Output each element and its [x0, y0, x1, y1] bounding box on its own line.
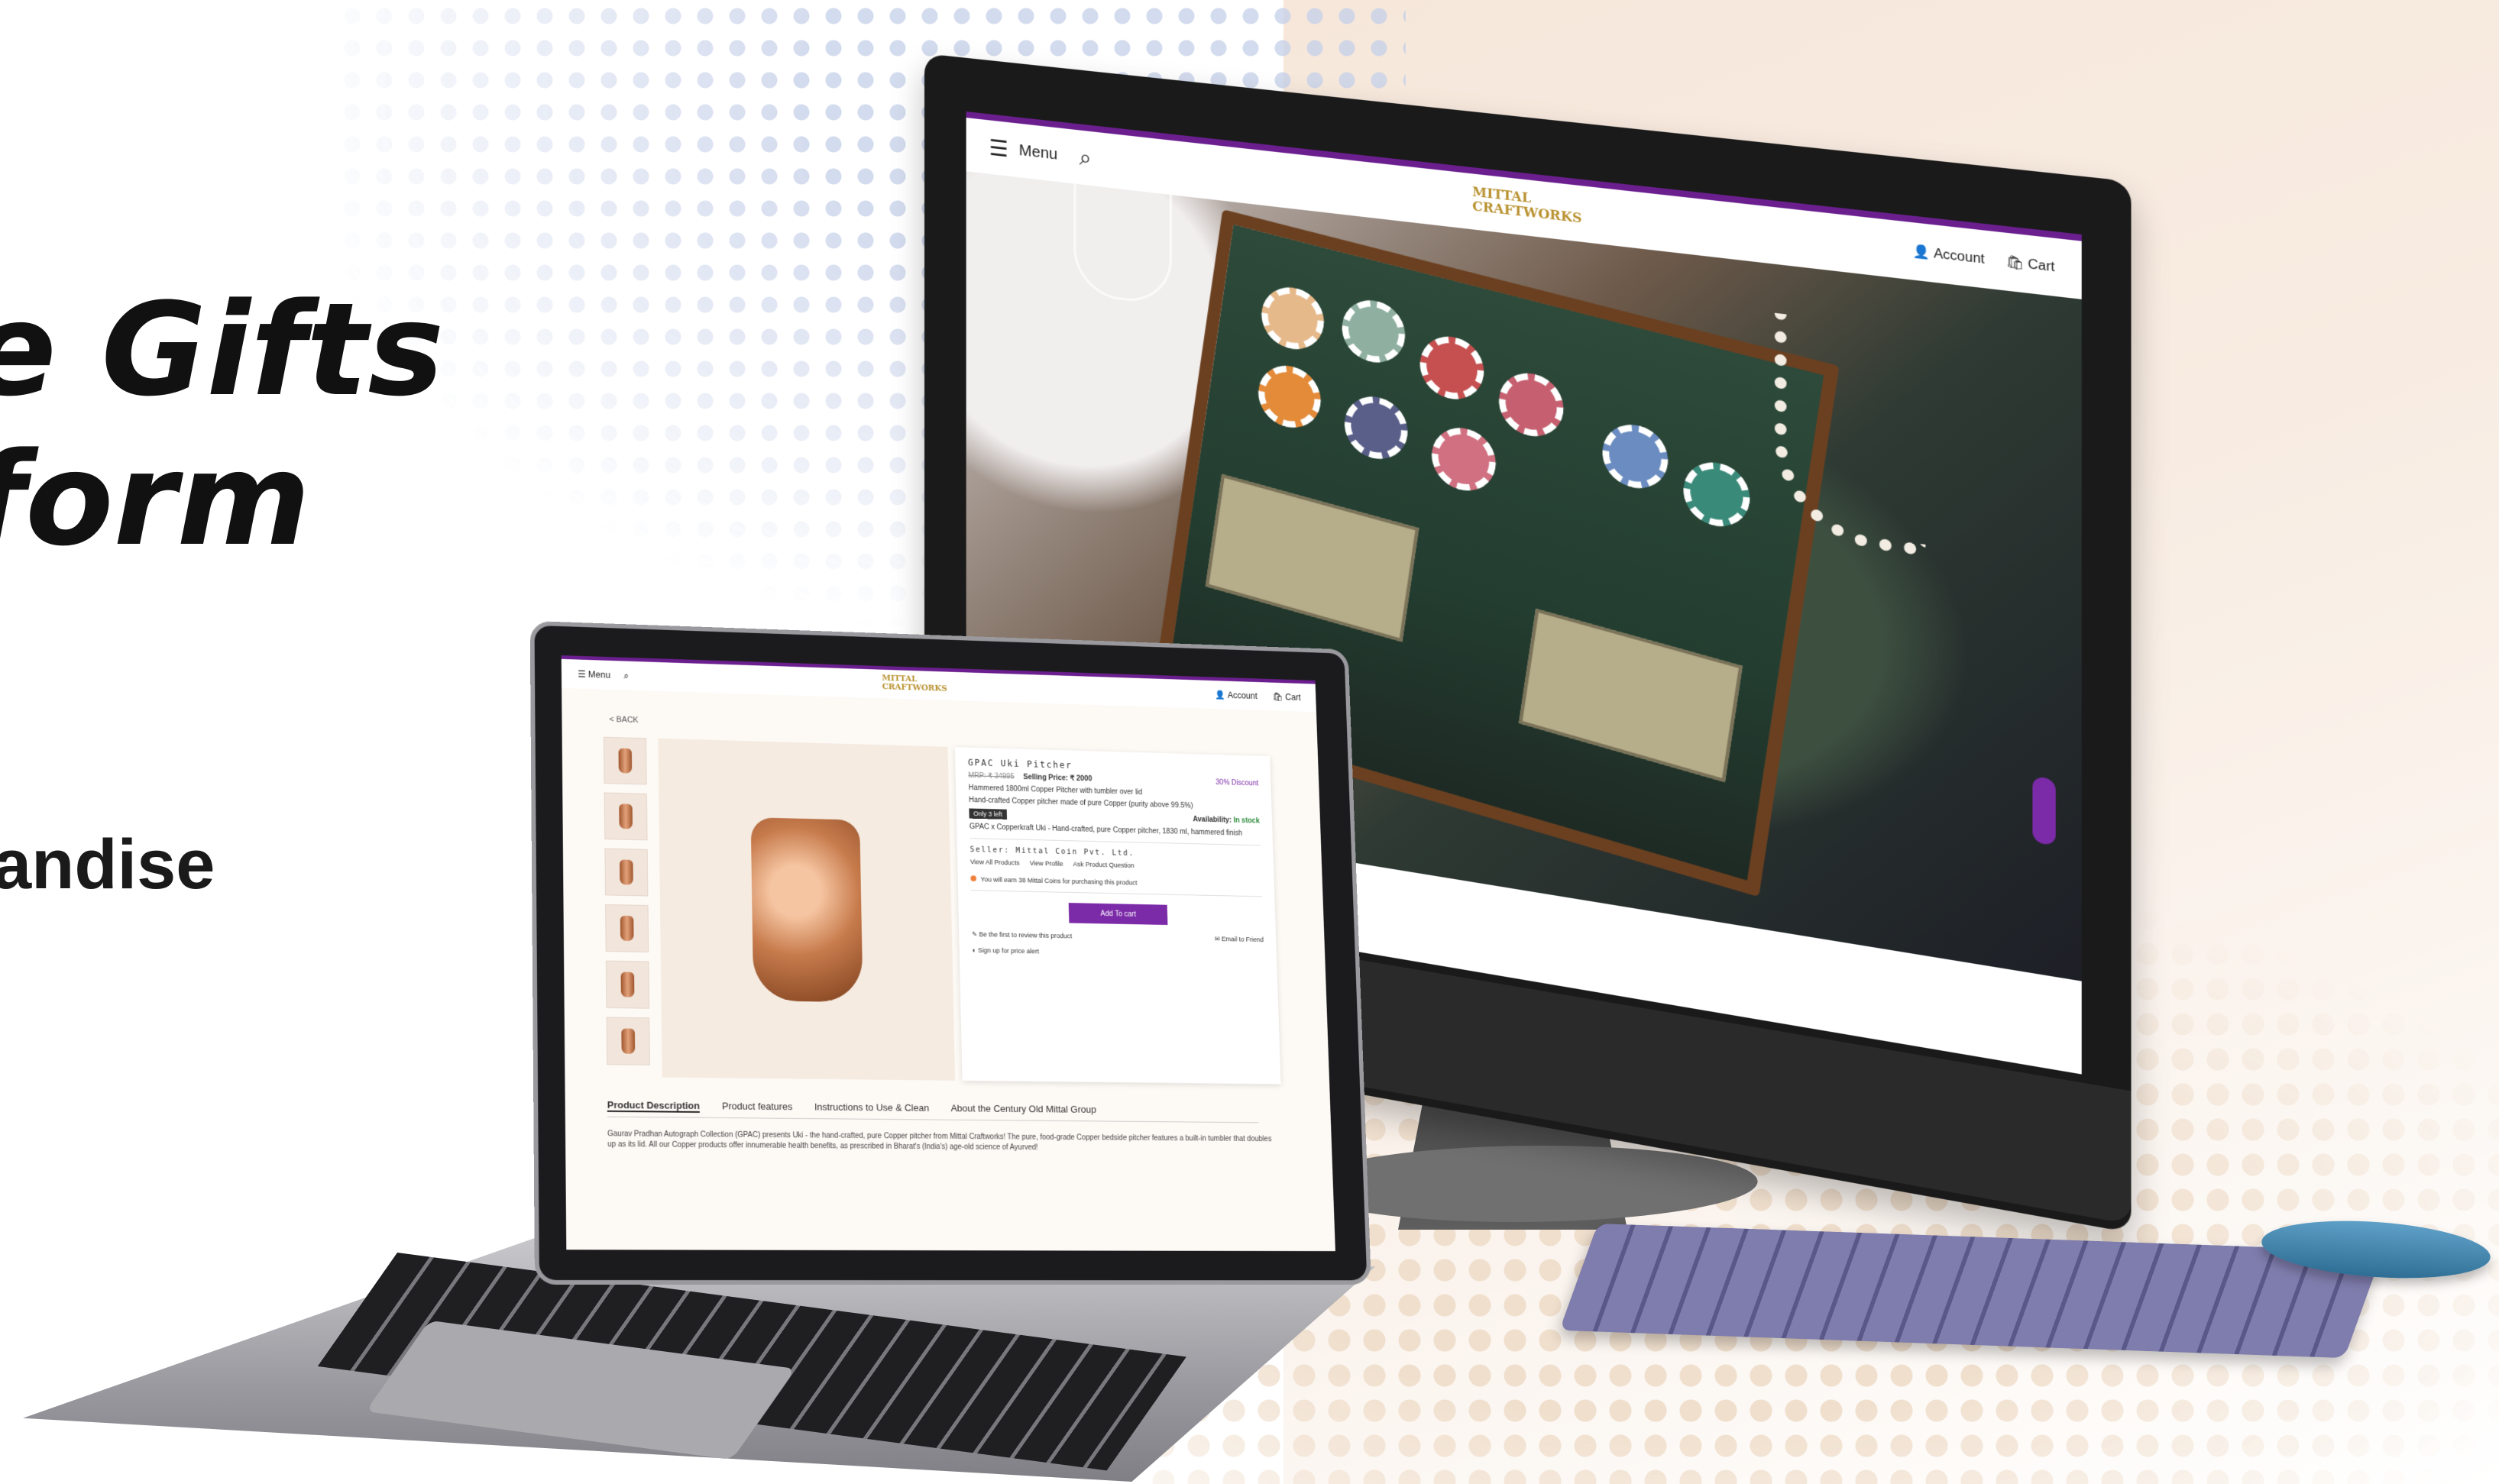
laptop-screen: ☰ Menu ⌕ MITTAL CRAFTWORKS 👤 Account 🛍 C…: [561, 655, 1335, 1252]
poker-chip: [1340, 390, 1412, 467]
poker-chip: [1338, 293, 1410, 370]
hamburger-icon[interactable]: ☰: [989, 134, 1008, 162]
poker-chip: [1254, 358, 1326, 435]
user-icon: 👤: [1215, 690, 1226, 700]
poker-chip: [1678, 454, 1755, 534]
banknote: [1518, 608, 1743, 783]
review-link[interactable]: ✎ Be the first to review this product: [972, 928, 1072, 942]
product-tabs: Product Description Product features Ins…: [607, 1099, 1259, 1124]
headline: e Gifts form: [0, 275, 445, 574]
brand-logo[interactable]: MITTAL CRAFTWORKS: [882, 673, 947, 693]
thumbnail[interactable]: [604, 848, 649, 897]
thumbnail[interactable]: [603, 736, 647, 785]
bag-icon: 🛍: [2005, 254, 2025, 272]
cart-link[interactable]: 🛍 Cart: [1272, 692, 1300, 703]
add-to-cart-button[interactable]: Add To cart: [1068, 903, 1168, 926]
menu-label[interactable]: Menu: [588, 669, 610, 680]
hamburger-icon[interactable]: ☰: [578, 669, 588, 680]
menu-label[interactable]: Menu: [1019, 141, 1057, 163]
tab-instructions[interactable]: Instructions to Use & Clean: [814, 1101, 929, 1115]
cart-label: Cart: [2028, 257, 2055, 275]
tab-product-description[interactable]: Product Description: [607, 1099, 701, 1113]
price-alert-link[interactable]: ◐ Sign up for price alert: [972, 944, 1264, 961]
coin-icon: [970, 875, 977, 881]
thumbnail[interactable]: [604, 792, 648, 841]
thumbnail[interactable]: [605, 960, 650, 1009]
account-link[interactable]: 👤 Account: [1216, 690, 1258, 701]
account-link[interactable]: 👤 Account: [1913, 243, 1985, 267]
scroll-indicator[interactable]: [2032, 775, 2056, 846]
email-friend-text: Email to Friend: [1221, 935, 1264, 944]
coins-note: You will earn 38 Mittal Coins for purcha…: [970, 875, 1261, 889]
poker-chip: [1494, 366, 1568, 444]
availability-label: Availability:: [1193, 815, 1232, 824]
product-details-card: GPAC Uki Pitcher MRP: ₹ 34995 Selling Pr…: [954, 747, 1281, 1085]
tab-product-features[interactable]: Product features: [722, 1101, 792, 1114]
pencil-icon: ✎: [972, 930, 978, 938]
review-row: ✎ Be the first to review this product ✉ …: [972, 928, 1264, 945]
poker-chip: [1597, 417, 1672, 496]
search-icon[interactable]: ⌕: [623, 670, 629, 681]
thumbnail[interactable]: [606, 1017, 650, 1065]
back-link[interactable]: < BACK: [609, 715, 638, 725]
product-spec: GPAC x Copperkraft Uki - Hand-crafted, p…: [969, 823, 1243, 838]
poker-chip: [1427, 420, 1500, 498]
copper-pitcher: [750, 817, 863, 1003]
brand-logo[interactable]: MITTAL CRAFTWORKS: [1472, 184, 1581, 226]
wine-glass: [1073, 183, 1172, 306]
account-label: Account: [1227, 690, 1258, 701]
view-all-products-link[interactable]: View All Products: [970, 858, 1020, 867]
availability-value: In stock: [1233, 816, 1260, 825]
price-alert-text: Sign up for price alert: [977, 946, 1040, 955]
laptop-display: ☰ Menu ⌕ MITTAL CRAFTWORKS 👤 Account 🛍 C…: [529, 620, 1371, 1285]
search-icon[interactable]: ⌕: [1080, 144, 1092, 171]
bag-icon: 🛍: [1272, 691, 1283, 702]
banknote: [1205, 474, 1419, 642]
coins-text: You will earn 38 Mittal Coins for purcha…: [980, 875, 1138, 887]
subline: andise: [0, 826, 215, 904]
account-label: Account: [1933, 247, 1985, 267]
cart-link[interactable]: 🛍 Cart: [2006, 254, 2055, 276]
poker-chip: [1258, 280, 1329, 357]
view-profile-link[interactable]: View Profile: [1030, 859, 1063, 867]
ask-question-link[interactable]: Ask Product Question: [1073, 861, 1134, 869]
email-friend-link[interactable]: ✉ Email to Friend: [1214, 933, 1264, 946]
mail-icon: ✉: [1214, 935, 1220, 942]
stock-badge: Only 3 left: [969, 808, 1007, 820]
laptop-navbar: ☰ Menu ⌕ MITTAL CRAFTWORKS 👤 Account 🛍 C…: [561, 655, 1316, 713]
user-icon: 👤: [1913, 244, 1931, 261]
thumbnail[interactable]: [605, 904, 649, 952]
selling-price: Selling Price: ₹ 2000: [1023, 773, 1093, 784]
bell-icon: ◐: [972, 946, 976, 954]
discount-label: 30% Discount: [1216, 778, 1259, 788]
cart-label: Cart: [1285, 692, 1301, 703]
review-text: Be the first to review this product: [979, 930, 1073, 940]
product-main-image[interactable]: [658, 738, 956, 1081]
seller-links: View All Products View Profile Ask Produ…: [970, 858, 1261, 872]
poker-chip: [1416, 329, 1488, 406]
mrp-price: MRP: ₹ 34995: [968, 771, 1015, 781]
tab-about-group[interactable]: About the Century Old Mittal Group: [950, 1103, 1096, 1117]
product-description-text: Gaurav Pradhan Autograph Collection (GPA…: [607, 1130, 1272, 1153]
thumbnail-list: [603, 736, 652, 1075]
